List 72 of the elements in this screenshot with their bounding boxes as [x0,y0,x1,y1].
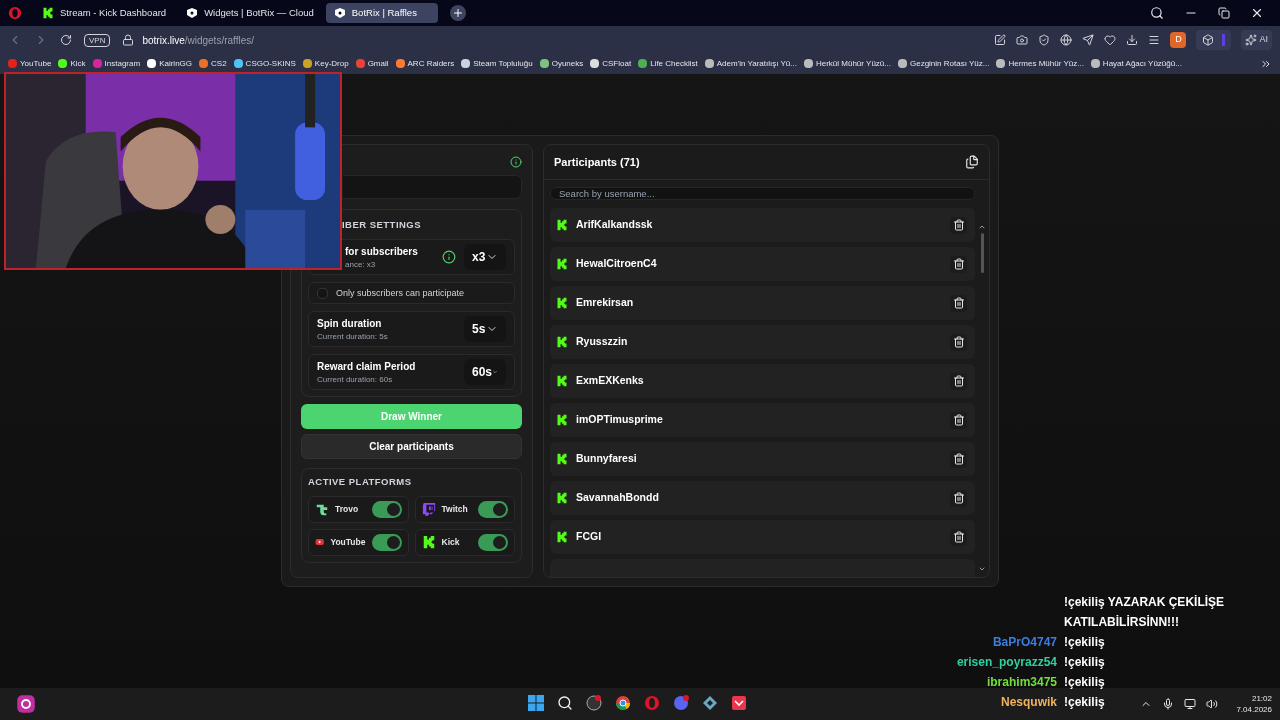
chat-message: !çekiliş [1064,654,1105,671]
bookmark[interactable]: Adem'in Yaratılışı Yü... [704,57,797,70]
clock-time[interactable]: 21:02 [1251,693,1272,704]
dropdown[interactable]: 5s [464,316,506,343]
chat-username: BaPrO4747 [992,635,1057,649]
bookmark[interactable]: Life Checklist [638,57,698,70]
section-heading: ACTIVE PLATFORMS [308,475,413,490]
browser-tab[interactable]: BotRix | Raffles [325,3,438,23]
setting-subtext: ance: x3 [345,258,377,271]
participant-row[interactable]: Bunnyfaresi [550,442,975,476]
bookmark[interactable]: Steam Topluluğu [461,57,533,70]
participant-row[interactable]: SavannahBondd [550,481,975,515]
participant-name: imOPTimusprime [576,412,663,428]
participant-name: Ryusszzin [576,334,628,350]
participant-row[interactable]: Emrekirsan [550,286,975,320]
platform-name: Twitch [441,502,468,516]
bookmark[interactable]: YouTube [8,57,52,70]
bookmark[interactable]: CSFloat [590,57,632,70]
bookmark[interactable]: Oyuneks [539,57,584,70]
chat-message: !çekiliş YAZARAK ÇEKİLİŞE KATILABİLİRSİNN!!! [1064,594,1226,631]
participant-name: Emrekirsan [576,295,634,311]
clock-date[interactable]: 7.04.2026 [1236,704,1272,715]
bookmark[interactable]: Key-Drop [302,57,349,70]
chat-message: !çekiliş [1064,674,1105,691]
bookmark[interactable]: Gezginin Rotası Yüz... [897,57,990,70]
participant-row[interactable]: HewalCitroenC4 [550,247,975,281]
setting-subtext: Current duration: 5s [317,330,388,343]
participant-name: SavannahBondd [576,490,659,506]
chat-message: !çekiliş [1064,694,1105,711]
chat-username: ibrahim3475 [986,675,1057,689]
address-field[interactable]: botrix.live/widgets/raffles/ [142,32,254,48]
platform-name: YouTube [330,535,366,549]
bookmark[interactable]: Hayat Ağacı Yüzüğü... [1090,57,1182,70]
bookmark[interactable]: CS2 [199,57,227,70]
participant-name: ExmEXKenks [576,373,644,389]
panel-title: Participants (71) [554,154,640,170]
browser-tab[interactable]: Widgets | BotRix — Cloud [178,3,322,23]
participant-row[interactable]: ExmEXKenks [550,364,975,398]
ai-button[interactable]: AI [1241,30,1272,50]
browser-tab[interactable]: Stream - Kick Dashboard [34,3,175,23]
bookmark[interactable]: ARC Raiders [395,57,455,70]
participant-name: FCGI [576,529,602,545]
participant-row[interactable]: ArifKalkandssk [550,208,975,242]
bookmark[interactable]: Gmail [355,57,389,70]
chat-message: !çekiliş [1064,634,1105,651]
checkbox-row[interactable]: Only subscribers can participate [308,282,515,305]
platform-name: Trovo [335,502,359,516]
bookmark[interactable]: Hermes Mühür Yüz... [996,57,1084,70]
dropdown[interactable]: x3 [464,244,506,271]
vpn-badge[interactable]: VPN [84,33,111,47]
participant-name: ArifKalkandssk [576,217,653,233]
chat-username: erisen_poyrazz54 [956,655,1057,669]
bookmark[interactable]: CSGO-SKINS [233,57,296,70]
bookmark[interactable]: Herkül Mühür Yüzü... [803,57,891,70]
clear-participants-button[interactable]: Clear participants [301,434,522,460]
participant-row[interactable]: FCGI [550,520,975,554]
bookmark[interactable]: Instagram [92,57,141,70]
section-heading: IBER SETTINGS [341,218,423,232]
platform-name: Kick [441,535,460,549]
setting-label: Reward claim Period [317,359,416,374]
participant-name: HewalCitroenC4 [576,256,657,272]
participant-name: Bunnyfaresi [576,451,637,467]
dropdown[interactable]: 60s [464,359,506,386]
search-field[interactable]: Search by username... [550,187,975,200]
setting-label: Spin duration [317,316,383,331]
participant-row[interactable]: imOPTimusprime [550,403,975,437]
bookmark[interactable]: Kick [58,57,86,70]
setting-subtext: Current duration: 60s [317,373,394,386]
bookmark[interactable]: KairinGG [147,57,193,70]
participant-row[interactable]: Ryusszzin [550,325,975,359]
chat-username: Nesquwik [1001,695,1057,709]
setting-label: for subscribers [345,244,418,259]
